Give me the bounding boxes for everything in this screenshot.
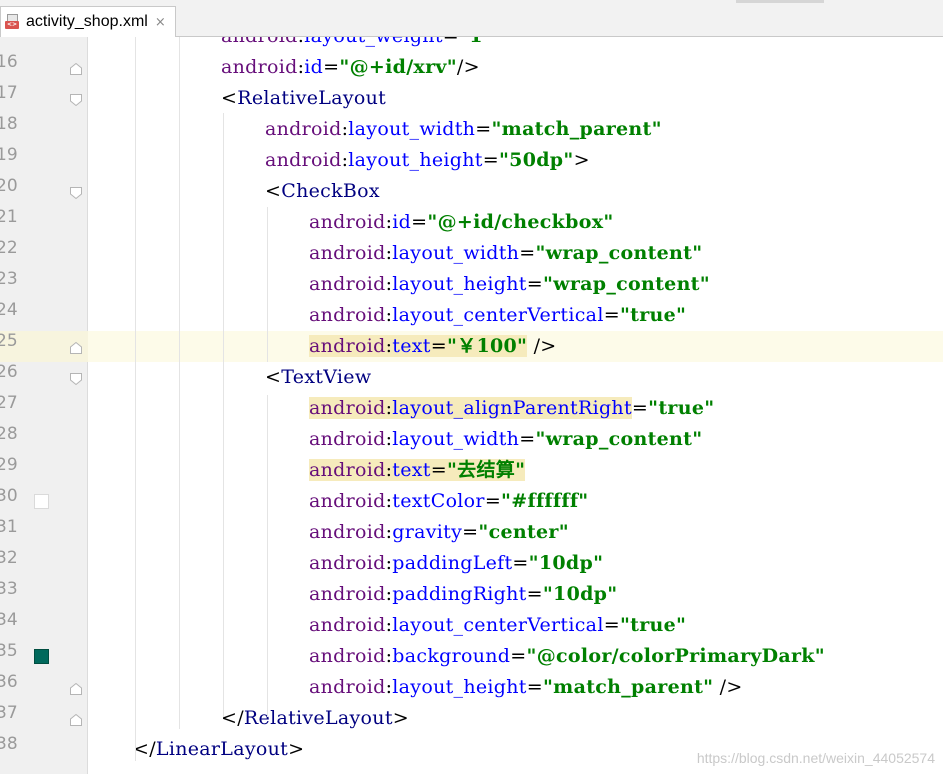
line-number: 34 bbox=[0, 610, 18, 630]
line-number: 19 bbox=[0, 145, 18, 165]
fold-collapse-icon[interactable] bbox=[69, 92, 83, 107]
line-number: 33 bbox=[0, 579, 18, 599]
line-number: 37 bbox=[0, 703, 18, 723]
code-line[interactable]: 32 android:paddingLeft="10dp" bbox=[0, 548, 943, 579]
code-line[interactable]: 31 android:gravity="center" bbox=[0, 517, 943, 548]
code-text: <RelativeLayout bbox=[221, 87, 387, 109]
code-text: android:layout_centerVertical="true" bbox=[309, 304, 687, 326]
line-number: 21 bbox=[0, 207, 18, 227]
code-text: android:layout_centerVertical="true" bbox=[309, 614, 687, 636]
code-text: android:paddingRight="10dp" bbox=[309, 583, 618, 605]
fold-end-icon[interactable] bbox=[69, 340, 83, 354]
code-line[interactable]: 35 android:background="@color/colorPrimar… bbox=[0, 641, 943, 672]
code-line[interactable]: 17 <RelativeLayout bbox=[0, 83, 943, 114]
code-text: android:text="去结算" bbox=[309, 459, 526, 481]
code-text: android:layout_height="wrap_content" bbox=[309, 273, 710, 295]
line-number: 26 bbox=[0, 362, 18, 382]
code-line[interactable]: 30 android:textColor="#ffffff" bbox=[0, 486, 943, 517]
tab-close-icon[interactable]: × bbox=[155, 15, 166, 30]
code-text: android:layout_width="wrap_content" bbox=[309, 242, 703, 264]
line-number: 30 bbox=[0, 486, 18, 506]
code-line[interactable]: 26 <TextView bbox=[0, 362, 943, 393]
code-text: android:gravity="center" bbox=[309, 521, 569, 543]
code-line[interactable]: 18 android:layout_width="match_parent" bbox=[0, 114, 943, 145]
fold-collapse-icon[interactable] bbox=[69, 185, 83, 200]
code-line[interactable]: 25 android:text="￥100" /> bbox=[0, 331, 943, 362]
code-text: android:text="￥100" /> bbox=[309, 335, 557, 357]
indent-guide bbox=[267, 207, 268, 362]
code-text: android:layout_width="wrap_content" bbox=[309, 428, 703, 450]
line-number: 36 bbox=[0, 672, 18, 692]
line-number: 16 bbox=[0, 52, 18, 72]
line-number: 31 bbox=[0, 517, 18, 537]
code-text: <TextView bbox=[265, 366, 372, 388]
line-number: 24 bbox=[0, 300, 18, 320]
code-text: android:textColor="#ffffff" bbox=[309, 490, 589, 512]
fold-collapse-icon[interactable] bbox=[69, 371, 83, 386]
code-text: android:layout_width="match_parent" bbox=[265, 118, 662, 140]
code-text: android:layout_alignParentRight="true" bbox=[309, 397, 715, 419]
line-number: 25 bbox=[0, 331, 18, 351]
code-text: <CheckBox bbox=[265, 180, 380, 202]
line-number: 22 bbox=[0, 238, 18, 258]
code-text: android:background="@color/colorPrimaryD… bbox=[309, 645, 825, 667]
code-editor[interactable]: 15 android:layout_weight="1" 16 android:id=… bbox=[0, 37, 943, 774]
code-line[interactable]: 27 android:layout_alignParentRight="true" bbox=[0, 393, 943, 424]
code-text: android:layout_height="50dp"> bbox=[265, 149, 590, 171]
fold-end-icon[interactable] bbox=[69, 681, 83, 695]
line-number: 28 bbox=[0, 424, 18, 444]
color-swatch-icon[interactable] bbox=[34, 494, 49, 509]
xml-file-icon: <> bbox=[5, 14, 21, 30]
code-line[interactable]: 28 android:layout_width="wrap_content" bbox=[0, 424, 943, 455]
line-number: 35 bbox=[0, 641, 18, 661]
code-text: android:id="@+id/xrv"/> bbox=[221, 56, 480, 78]
code-line[interactable]: 23 android:layout_height="wrap_content" bbox=[0, 269, 943, 300]
editor-tab-bar: <> activity_shop.xml × bbox=[0, 0, 943, 37]
code-line[interactable]: 24 android:layout_centerVertical="true" bbox=[0, 300, 943, 331]
code-line[interactable]: 34 android:layout_centerVertical="true" bbox=[0, 610, 943, 641]
color-swatch-icon[interactable] bbox=[34, 649, 49, 664]
code-line[interactable]: 22 android:layout_width="wrap_content" bbox=[0, 238, 943, 269]
top-scroll-thumb[interactable] bbox=[736, 0, 824, 3]
fold-end-icon[interactable] bbox=[69, 712, 83, 726]
code-line[interactable]: 36 android:layout_height="match_parent" /… bbox=[0, 672, 943, 703]
line-number: 17 bbox=[0, 83, 18, 103]
line-number: 29 bbox=[0, 455, 18, 475]
tab-label: activity_shop.xml bbox=[26, 13, 148, 30]
line-number: 18 bbox=[0, 114, 18, 134]
code-text: </LinearLayout> bbox=[133, 738, 305, 760]
indent-guide bbox=[267, 395, 268, 717]
fold-end-icon[interactable] bbox=[69, 61, 83, 75]
code-line[interactable]: 21 android:id="@+id/checkbox" bbox=[0, 207, 943, 238]
code-line[interactable]: 33 android:paddingRight="10dp" bbox=[0, 579, 943, 610]
line-number: 32 bbox=[0, 548, 18, 568]
code-line[interactable]: 19 android:layout_height="50dp"> bbox=[0, 145, 943, 176]
line-number: 27 bbox=[0, 393, 18, 413]
code-text: android:id="@+id/checkbox" bbox=[309, 211, 614, 233]
tab-activity-shop-xml[interactable]: <> activity_shop.xml × bbox=[0, 6, 176, 37]
code-line[interactable]: 37 </RelativeLayout> bbox=[0, 703, 943, 734]
code-line[interactable]: 15 android:layout_weight="1" bbox=[0, 37, 943, 52]
code-text: </RelativeLayout> bbox=[221, 707, 409, 729]
line-number: 20 bbox=[0, 176, 18, 196]
code-text: android:layout_weight="1" bbox=[221, 37, 493, 52]
code-text: android:paddingLeft="10dp" bbox=[309, 552, 604, 574]
line-number: 38 bbox=[0, 734, 18, 754]
code-line[interactable]: 16 android:id="@+id/xrv"/> bbox=[0, 52, 943, 83]
indent-guide bbox=[179, 37, 180, 729]
code-line[interactable]: 20 <CheckBox bbox=[0, 176, 943, 207]
watermark: https://blog.csdn.net/weixin_44052574 bbox=[696, 750, 935, 766]
code-line[interactable]: 29 android:text="去结算" bbox=[0, 455, 943, 486]
indent-guide bbox=[223, 113, 224, 717]
code-text: android:layout_height="match_parent" /> bbox=[309, 676, 743, 698]
line-number: 15 bbox=[0, 37, 22, 52]
indent-guide bbox=[135, 37, 136, 761]
line-number: 23 bbox=[0, 269, 18, 289]
